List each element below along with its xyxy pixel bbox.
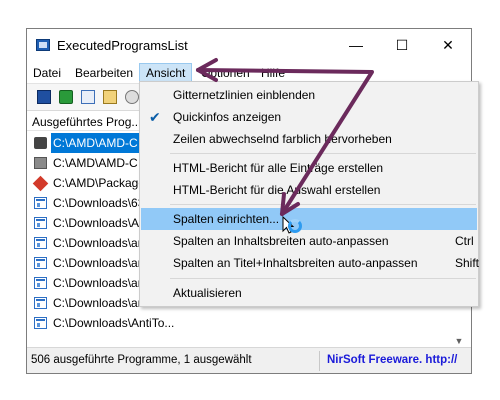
menu-separator	[170, 153, 476, 154]
view-menu-dropdown: Gitternetzlinien einblenden ✔ Quickinfos…	[139, 81, 479, 307]
menu-item-label: Quickinfos anzeigen	[173, 110, 282, 124]
menu-item-refresh[interactable]: Aktualisieren	[141, 282, 477, 304]
menu-item-shortcut: Ctrl	[455, 234, 474, 248]
window-icon	[34, 257, 47, 269]
menu-item-label: Spalten einrichten...	[173, 212, 280, 226]
close-button[interactable]: ✕	[425, 29, 471, 63]
red-app-icon	[32, 175, 49, 192]
list-row[interactable]: C:\Downloads\AntiTo...	[27, 313, 471, 333]
properties-icon[interactable]	[103, 90, 117, 104]
window-icon	[34, 297, 47, 309]
row-path: C:\Downloads\ar	[53, 296, 142, 310]
menu-item-label: Aktualisieren	[173, 286, 242, 300]
row-path: C:\AMD\AMD-C	[53, 156, 138, 170]
window-icon	[34, 237, 47, 249]
row-path: C:\Downloads\63	[53, 196, 145, 210]
window-icon	[34, 277, 47, 289]
maximize-button[interactable]: ☐	[379, 29, 425, 63]
menu-item-html-report-all[interactable]: HTML-Bericht für alle Einträge erstellen	[141, 157, 477, 179]
window-icon	[34, 217, 47, 229]
menu-bearbeiten[interactable]: Bearbeiten	[69, 63, 139, 83]
menu-bar: Datei Bearbeiten Ansicht Optionen Hilfe	[27, 63, 471, 83]
nirsoft-link[interactable]: NirSoft Freeware. http://	[327, 354, 457, 366]
refresh-icon[interactable]	[59, 90, 73, 104]
window-icon	[34, 197, 47, 209]
menu-item-label: Spalten an Inhaltsbreiten auto-anpassen	[173, 234, 389, 248]
menu-item-auto-size-columns-headers[interactable]: Spalten an Titel+Inhaltsbreiten auto-anp…	[141, 252, 480, 274]
menu-hilfe[interactable]: Hilfe	[255, 63, 291, 83]
amd-icon	[34, 137, 47, 149]
menu-item-auto-size-columns[interactable]: Spalten an Inhaltsbreiten auto-anpassen …	[141, 230, 477, 252]
save-icon[interactable]	[37, 90, 51, 104]
menu-item-choose-columns[interactable]: Spalten einrichten...	[141, 208, 477, 230]
menu-item-label: Zeilen abwechselnd farblich hervorheben	[173, 132, 392, 146]
status-count: 506 ausgeführte Programme, 1 ausgewählt	[31, 354, 252, 366]
menu-item-label: Spalten an Titel+Inhaltsbreiten auto-anp…	[173, 256, 418, 270]
column-header-program[interactable]: Ausgeführtes Prog...	[27, 113, 145, 131]
menu-separator	[170, 204, 476, 205]
row-path: C:\AMD\AMD-C	[51, 133, 140, 153]
row-path: C:\Downloads\AntiTo...	[53, 316, 175, 330]
row-path: C:\Downloads\ar	[53, 236, 142, 250]
status-divider	[319, 351, 320, 371]
menu-item-label: Gitternetzlinien einblenden	[173, 88, 316, 102]
checkmark-icon: ✔	[149, 109, 161, 125]
row-path: C:\Downloads\A	[53, 216, 140, 230]
menu-item-label: HTML-Bericht für die Auswahl erstellen	[173, 183, 381, 197]
app-icon	[36, 39, 50, 51]
row-path: C:\Downloads\ar	[53, 276, 142, 290]
menu-item-label: HTML-Bericht für alle Einträge erstellen	[173, 161, 384, 175]
menu-item-html-report-selected[interactable]: HTML-Bericht für die Auswahl erstellen	[141, 179, 477, 201]
scroll-down-arrow-icon[interactable]: ▼	[453, 335, 465, 347]
installer-icon	[34, 157, 47, 169]
menu-item-tooltips[interactable]: ✔ Quickinfos anzeigen	[141, 106, 477, 128]
menu-separator	[170, 278, 476, 279]
busy-spinner-icon	[288, 219, 302, 233]
find-icon[interactable]	[125, 90, 139, 104]
menu-datei[interactable]: Datei	[27, 63, 67, 83]
row-path: C:\AMD\Package	[53, 176, 146, 190]
window-icon	[34, 317, 47, 329]
menu-item-gridlines[interactable]: Gitternetzlinien einblenden	[141, 84, 477, 106]
copy-icon[interactable]	[81, 90, 95, 104]
status-bar: 506 ausgeführte Programme, 1 ausgewählt …	[27, 347, 471, 373]
menu-ansicht[interactable]: Ansicht	[139, 63, 193, 83]
menu-item-shortcut: Shift	[455, 256, 480, 270]
menu-item-alternate-rows[interactable]: Zeilen abwechselnd farblich hervorheben	[141, 128, 477, 150]
row-path: C:\Downloads\ar	[53, 256, 142, 270]
menu-optionen[interactable]: Optionen	[195, 63, 256, 83]
title-bar[interactable]: ExecutedProgramsList — ☐ ✕	[27, 29, 471, 63]
minimize-button[interactable]: —	[333, 29, 379, 63]
window-title: ExecutedProgramsList	[57, 38, 188, 53]
